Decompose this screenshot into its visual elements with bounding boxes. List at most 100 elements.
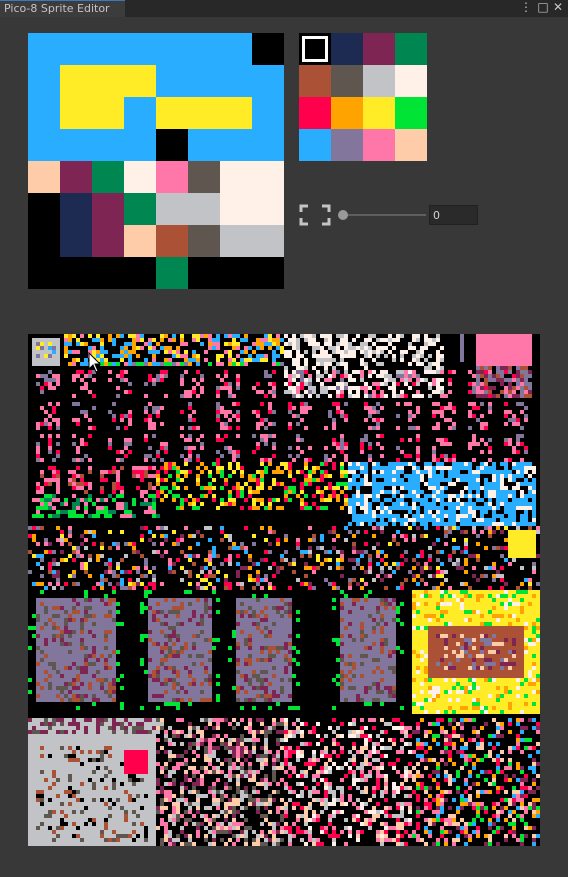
sheet-pixel — [36, 490, 40, 494]
sheet-pixel — [172, 598, 176, 602]
sheet-pixel — [84, 562, 88, 566]
palette-swatch[interactable] — [299, 65, 331, 97]
sheet-pixel — [200, 378, 204, 382]
sprite-canvas[interactable] — [28, 33, 284, 289]
sheet-pixel — [132, 466, 136, 470]
sheet-pixel — [372, 394, 376, 398]
sheet-pixel — [112, 342, 116, 346]
palette-swatch[interactable] — [331, 65, 363, 97]
sheet-pixel — [440, 582, 444, 586]
sheet-pixel — [504, 582, 508, 586]
palette-swatch[interactable] — [299, 97, 331, 129]
sheet-pixel — [340, 686, 344, 690]
sheet-pixel — [496, 514, 500, 518]
sheet-pixel — [248, 558, 252, 562]
sheet-pixel — [528, 670, 532, 674]
sheet-pixel — [324, 366, 328, 370]
sheet-pixel — [60, 650, 64, 654]
tab-sprite-editor[interactable]: Pico-8 Sprite Editor — [0, 0, 125, 17]
sheet-pixel — [488, 522, 492, 526]
palette-swatch[interactable] — [395, 129, 427, 161]
sheet-pixel — [368, 346, 372, 350]
menu-icon[interactable]: ⋮ — [519, 0, 533, 16]
sheet-pixel — [424, 462, 428, 466]
maximize-icon[interactable]: □ — [536, 0, 550, 16]
sheet-pixel — [380, 638, 384, 642]
sheet-pixel — [352, 494, 356, 498]
sheet-pixel — [272, 350, 276, 354]
sheet-pixel — [224, 414, 228, 418]
palette-swatch[interactable] — [363, 129, 395, 161]
sheet-pixel — [56, 486, 60, 490]
sheet-pixel — [120, 358, 124, 362]
palette-swatch[interactable] — [395, 97, 427, 129]
palette-swatch[interactable] — [331, 33, 363, 65]
sheet-pixel — [372, 618, 376, 622]
sheet-pixel — [376, 422, 380, 426]
color-palette[interactable] — [299, 33, 427, 161]
palette-swatch[interactable] — [331, 129, 363, 161]
sheet-pixel — [352, 386, 356, 390]
sheet-pixel — [424, 514, 428, 518]
palette-swatch[interactable] — [331, 97, 363, 129]
palette-swatch[interactable] — [395, 65, 427, 97]
sheet-pixel — [372, 462, 376, 466]
zoom-slider-thumb[interactable] — [338, 210, 348, 220]
fullscreen-icon[interactable] — [299, 203, 331, 227]
palette-swatch[interactable] — [299, 129, 331, 161]
sheet-pixel — [304, 482, 308, 486]
sheet-pixel — [236, 574, 240, 578]
sheet-pixel — [216, 682, 220, 686]
sheet-pixel — [364, 354, 368, 358]
sheet-pixel — [516, 462, 520, 466]
sheet-pixel — [216, 698, 220, 702]
sheet-pixel — [368, 494, 372, 498]
sheet-pixel — [88, 606, 92, 610]
sheet-pixel — [116, 482, 120, 486]
sheet-pixel — [404, 494, 408, 498]
sheet-pixel — [100, 586, 104, 590]
sheet-pixel — [168, 694, 172, 698]
sheet-pixel — [72, 638, 76, 642]
zoom-slider[interactable] — [337, 204, 426, 226]
sheet-pixel — [192, 422, 196, 426]
sheet-pixel — [464, 478, 468, 482]
palette-swatch[interactable] — [395, 33, 427, 65]
sheet-pixel — [72, 502, 76, 506]
zoom-value-input[interactable] — [429, 205, 478, 225]
sheet-pixel — [372, 670, 376, 674]
palette-swatch[interactable] — [363, 33, 395, 65]
sheet-pixel — [428, 478, 432, 482]
sheet-pixel — [396, 610, 400, 614]
sheet-pixel — [516, 450, 520, 454]
palette-swatch[interactable] — [363, 65, 395, 97]
sheet-pixel — [524, 498, 528, 502]
sheet-pixel — [468, 466, 472, 470]
sprite-sheet[interactable] — [28, 334, 540, 846]
sheet-pixel — [476, 482, 480, 486]
sheet-pixel — [380, 642, 384, 646]
sheet-pixel — [264, 394, 268, 398]
sheet-pixel — [356, 598, 360, 602]
sheet-pixel — [476, 702, 480, 706]
sheet-pixel — [392, 358, 396, 362]
sheet-pixel — [412, 650, 416, 654]
sheet-pixel — [280, 350, 284, 354]
sheet-pixel — [440, 410, 444, 414]
sheet-pixel — [344, 410, 348, 414]
close-icon[interactable]: ✕ — [551, 0, 565, 16]
sheet-pixel — [92, 730, 96, 734]
sheet-pixel — [76, 358, 80, 362]
sheet-pixel — [196, 634, 200, 638]
sheet-pixel — [116, 718, 120, 722]
sheet-pixel — [188, 450, 192, 454]
sheet-pixel — [392, 502, 396, 506]
sheet-pixel — [304, 426, 308, 430]
sheet-pixel — [508, 518, 512, 522]
sheet-pixel — [500, 474, 504, 478]
sheet-pixel — [92, 530, 96, 534]
sheet-pixel — [348, 686, 352, 690]
palette-swatch[interactable] — [363, 97, 395, 129]
sheet-pixel — [252, 434, 256, 438]
sheet-pixel — [464, 494, 468, 498]
